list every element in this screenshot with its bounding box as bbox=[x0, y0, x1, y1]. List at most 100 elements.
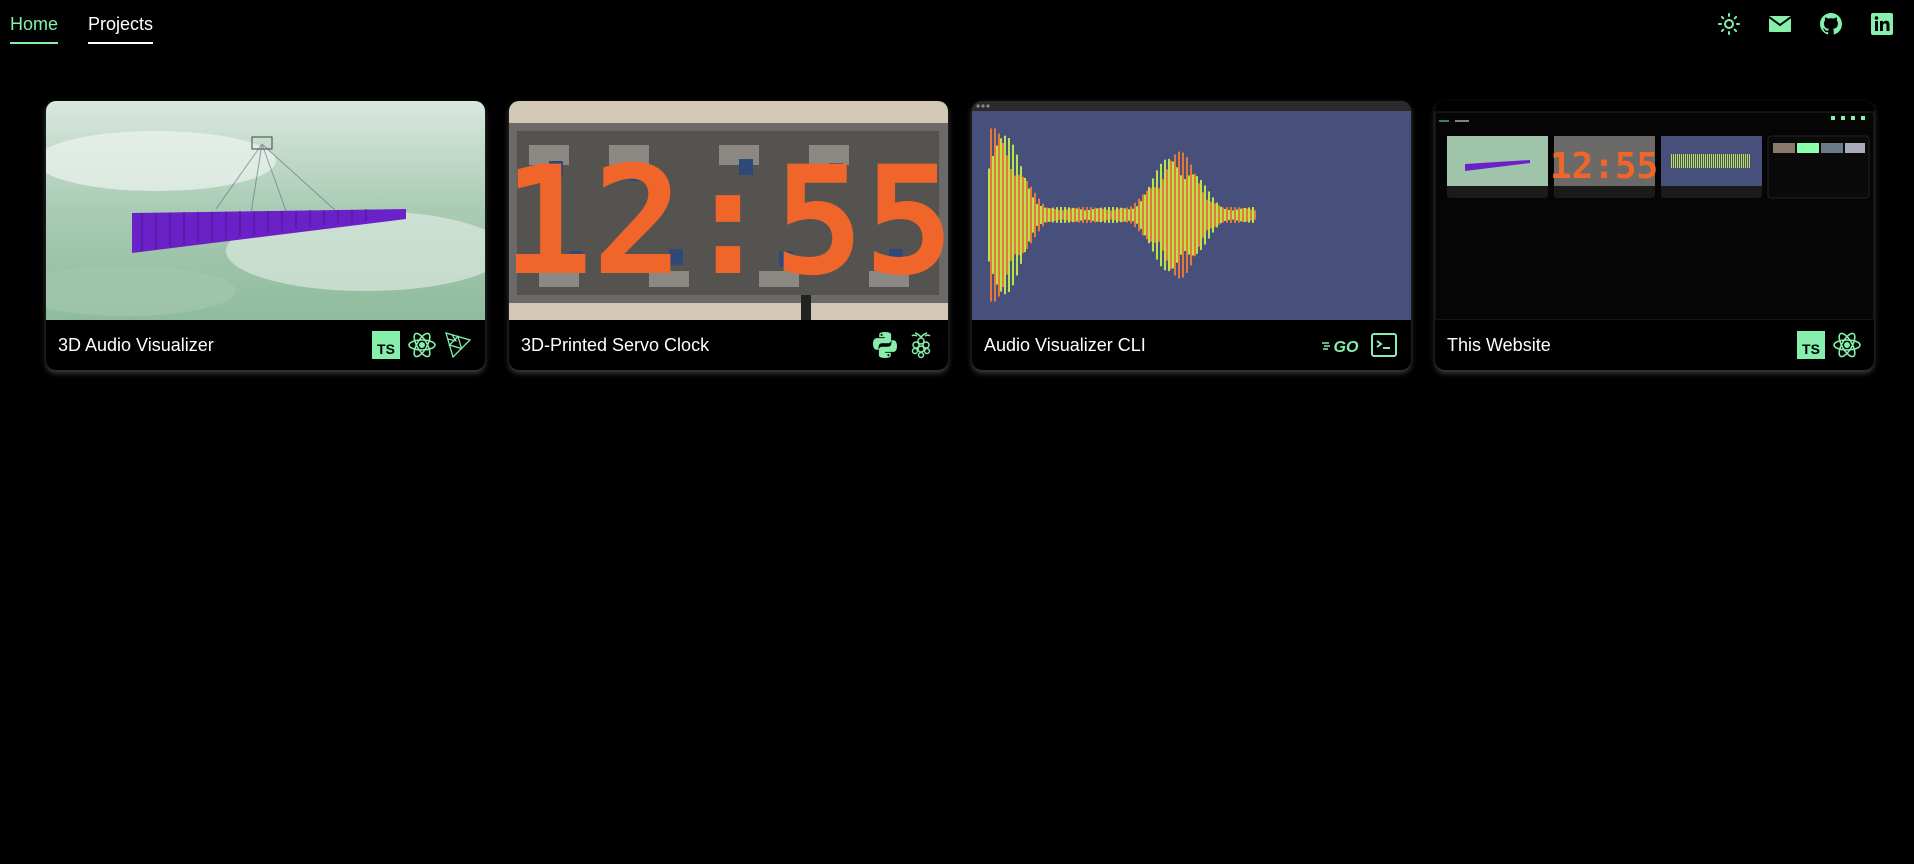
waveform-bar bbox=[1254, 210, 1256, 220]
waveform-bar bbox=[1176, 167, 1178, 263]
waveform-bar bbox=[1088, 209, 1090, 221]
waveform-bar bbox=[1210, 201, 1212, 229]
svg-text:TS: TS bbox=[377, 341, 395, 357]
waveform-bar bbox=[1112, 207, 1114, 223]
waveform-bar bbox=[1106, 209, 1108, 221]
waveform-bar bbox=[1130, 206, 1132, 224]
waveform-bar bbox=[998, 133, 1000, 297]
sun-icon[interactable] bbox=[1717, 12, 1741, 36]
svg-text:TS: TS bbox=[1802, 341, 1820, 357]
waveform-bar bbox=[1156, 170, 1158, 260]
waveform-bar bbox=[1132, 208, 1134, 222]
waveform-bar bbox=[1178, 151, 1180, 279]
waveform-bar bbox=[1150, 188, 1152, 242]
waveform-bar bbox=[1218, 205, 1220, 225]
project-title: 3D Audio Visualizer bbox=[58, 334, 214, 355]
waveform-bar bbox=[1248, 207, 1250, 223]
github-icon[interactable] bbox=[1819, 12, 1843, 36]
header-icons bbox=[1717, 12, 1894, 36]
waveform-bar bbox=[1120, 207, 1122, 223]
waveform-bar bbox=[1116, 207, 1118, 223]
project-card[interactable]: 12:55 3D-Printed Servo Clock bbox=[509, 101, 948, 370]
waveform-bar bbox=[1070, 208, 1072, 222]
waveform-bar bbox=[1010, 169, 1012, 261]
project-card[interactable]: 12:55 This Website TS bbox=[1435, 101, 1874, 370]
threejs-icon bbox=[443, 330, 473, 360]
waveform-bar bbox=[1244, 207, 1246, 223]
waveform-bar bbox=[1054, 209, 1056, 221]
waveform-bar bbox=[1084, 210, 1086, 220]
project-card[interactable]: Audio Visualizer CLI GO bbox=[972, 101, 1411, 370]
waveform-bar bbox=[1098, 208, 1100, 222]
waveform-bar bbox=[1050, 208, 1052, 222]
waveform-bar bbox=[1188, 175, 1190, 255]
waveform-bar bbox=[996, 145, 998, 285]
waveform-bar bbox=[1068, 207, 1070, 223]
waveform-bar bbox=[1080, 209, 1082, 221]
waveform-bar bbox=[1004, 135, 1006, 295]
waveform-bar bbox=[1144, 194, 1146, 236]
waveform-bar bbox=[1146, 190, 1148, 240]
waveform-bar bbox=[1126, 207, 1128, 223]
project-thumbnail: 12:55 bbox=[509, 101, 948, 320]
nav-projects-link[interactable]: Projects bbox=[88, 12, 154, 44]
waveform-bar bbox=[1102, 208, 1104, 222]
waveform-bar bbox=[1224, 208, 1226, 222]
waveform-bar bbox=[1240, 208, 1242, 222]
waveform-bar bbox=[1018, 174, 1020, 256]
waveform-bar bbox=[1048, 208, 1050, 222]
waveform-bar bbox=[1104, 207, 1106, 223]
waveform-bar bbox=[1220, 206, 1222, 224]
waveform-bar bbox=[1114, 209, 1116, 221]
waveform-bar bbox=[1072, 207, 1074, 223]
nav-home-link[interactable]: Home bbox=[10, 12, 59, 44]
waveform-bar bbox=[1056, 207, 1058, 223]
waveform-bar bbox=[1032, 197, 1034, 233]
waveform-bar bbox=[1170, 160, 1172, 270]
waveform-bar bbox=[1142, 194, 1144, 236]
waveform-bar bbox=[1058, 209, 1060, 221]
waveform-bar bbox=[1076, 208, 1078, 222]
python-icon bbox=[870, 330, 900, 360]
waveform-bar bbox=[1162, 179, 1164, 251]
waveform-bar bbox=[1016, 154, 1018, 276]
waveform-bar bbox=[1090, 207, 1092, 223]
waveform-bar bbox=[1136, 206, 1138, 224]
waveform-bar bbox=[988, 168, 990, 262]
project-card[interactable]: 3D Audio Visualizer TS bbox=[46, 101, 485, 370]
project-title: This Website bbox=[1447, 334, 1551, 355]
waveform-bar bbox=[990, 128, 992, 302]
react-icon bbox=[407, 330, 437, 360]
waveform-bar bbox=[1242, 207, 1244, 223]
waveform-bar bbox=[1052, 207, 1054, 223]
waveform-bar bbox=[1232, 210, 1234, 220]
terminal-icon bbox=[1369, 330, 1399, 360]
waveform-bar bbox=[1208, 191, 1210, 239]
svg-text:12:55: 12:55 bbox=[1550, 146, 1658, 187]
waveform-bar bbox=[1190, 164, 1192, 266]
waveform-bar bbox=[1100, 207, 1102, 223]
linkedin-icon[interactable] bbox=[1870, 12, 1894, 36]
clock-display: 12:55 bbox=[509, 135, 948, 309]
waveform-bar bbox=[992, 156, 994, 274]
waveform-bar bbox=[1230, 207, 1232, 223]
waveform-bar bbox=[1110, 210, 1112, 220]
waveform-bar bbox=[1234, 207, 1236, 223]
project-thumbnail bbox=[972, 101, 1411, 320]
waveform-bar bbox=[1214, 203, 1216, 227]
waveform-bar bbox=[1222, 207, 1224, 223]
waveform-bar bbox=[1000, 138, 1002, 292]
waveform-bar bbox=[1094, 207, 1096, 223]
raspberry-pi-icon bbox=[906, 330, 936, 360]
waveform-bar bbox=[1042, 203, 1044, 227]
waveform-bar bbox=[1040, 206, 1042, 224]
mail-icon[interactable] bbox=[1768, 12, 1792, 36]
waveform-bar bbox=[1174, 154, 1176, 276]
svg-text:GO: GO bbox=[1334, 339, 1359, 356]
waveform-bar bbox=[1194, 173, 1196, 257]
waveform-bar bbox=[1064, 207, 1066, 223]
waveform-bar bbox=[1066, 209, 1068, 221]
waveform-bar bbox=[1082, 207, 1084, 223]
waveform-bar bbox=[1044, 207, 1046, 223]
waveform-bar bbox=[1134, 202, 1136, 228]
